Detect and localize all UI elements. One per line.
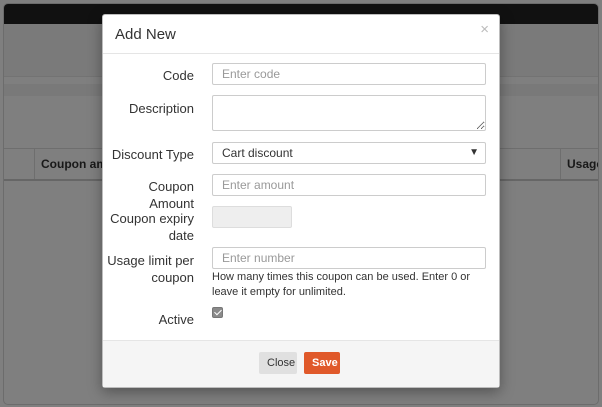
- usage-limit-label: Usage limit per coupon: [107, 253, 194, 285]
- discount-type-select[interactable]: Cart discount ▼: [212, 142, 486, 164]
- description-label: Description: [128, 101, 194, 116]
- coupon-amount-input[interactable]: [212, 174, 486, 196]
- coupon-expiry-input[interactable]: [212, 206, 292, 228]
- usage-limit-input[interactable]: [212, 247, 486, 269]
- modal-title: Add New: [115, 26, 176, 43]
- code-label: Code: [162, 68, 194, 83]
- coupon-amount-label: Coupon Amount: [148, 179, 194, 211]
- code-input[interactable]: [212, 63, 486, 85]
- add-new-modal: Add New × Code Description Discount Type…: [102, 14, 500, 388]
- discount-type-label: Discount Type: [111, 147, 194, 162]
- modal-header: Add New ×: [103, 15, 499, 54]
- active-label: Active: [158, 312, 194, 327]
- close-button[interactable]: Close: [259, 352, 297, 374]
- chevron-down-icon: ▼: [469, 147, 479, 158]
- active-checkbox[interactable]: [212, 307, 223, 318]
- description-textarea[interactable]: [212, 95, 486, 131]
- save-button[interactable]: Save: [304, 352, 340, 374]
- coupon-expiry-label: Coupon expiry date: [110, 211, 194, 243]
- modal-footer: Close Save: [103, 340, 499, 387]
- close-icon[interactable]: ×: [480, 21, 489, 38]
- discount-type-selected: Cart discount: [222, 146, 293, 160]
- usage-limit-help-text: How many times this coupon can be used. …: [212, 271, 471, 298]
